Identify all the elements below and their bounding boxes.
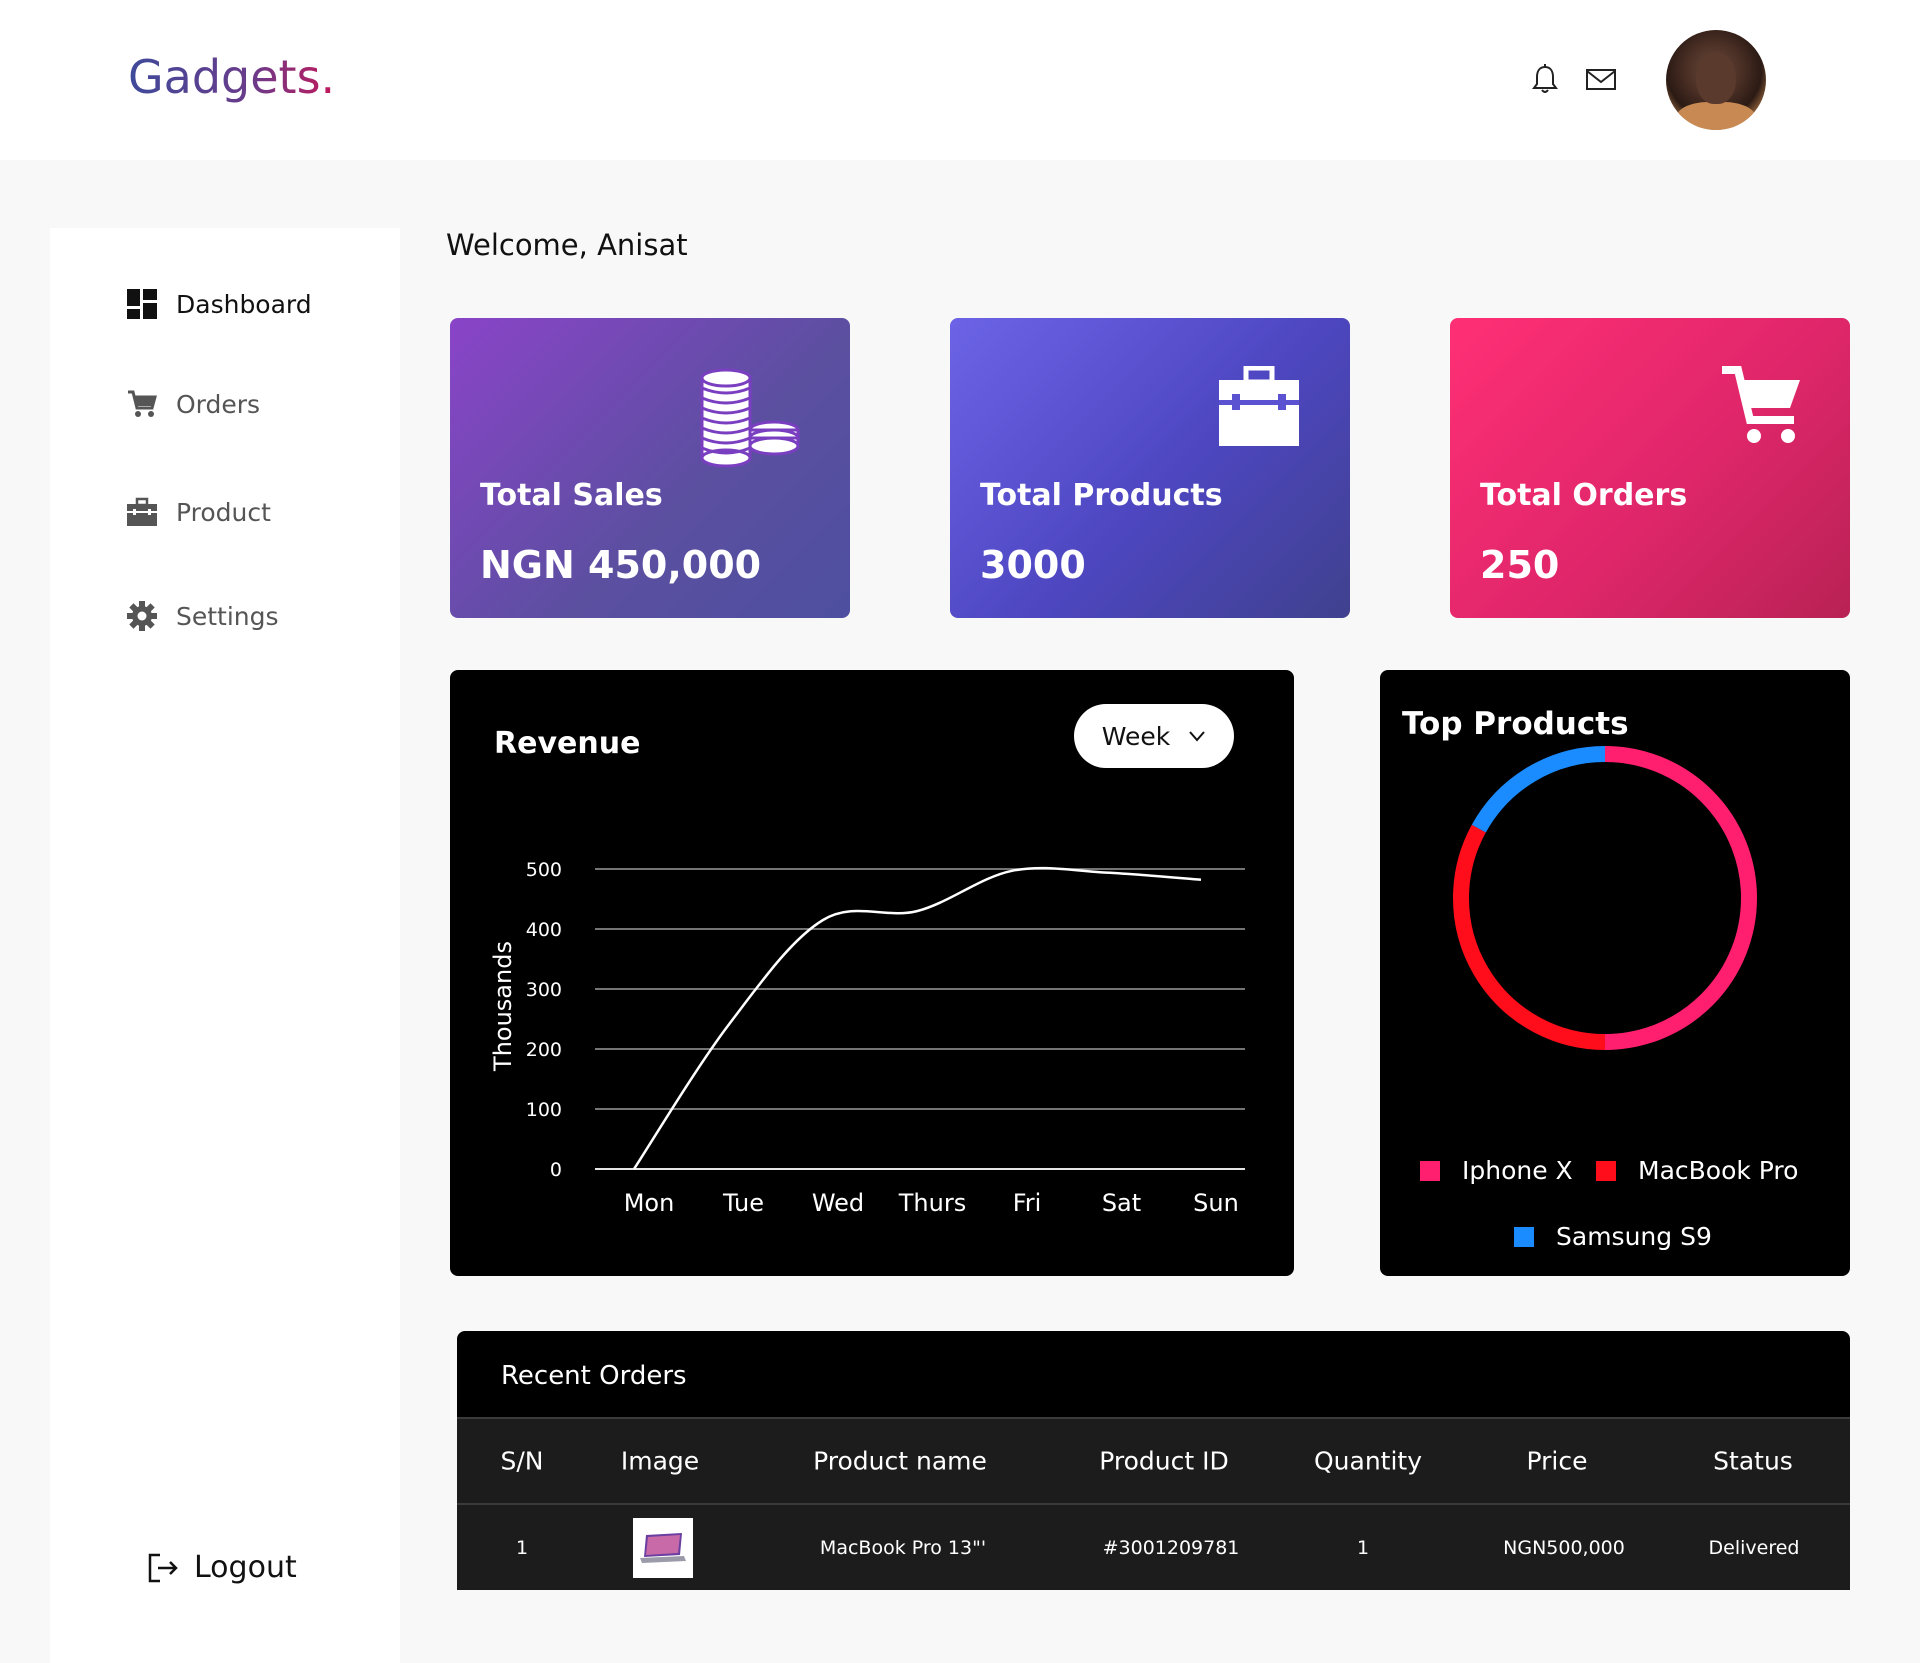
total-orders-card[interactable]: Total Orders 250 <box>1450 318 1850 618</box>
x-tick-label: Wed <box>812 1189 864 1217</box>
recent-orders-table: Recent Orders S/N Image Product name Pro… <box>457 1331 1850 1590</box>
total-sales-card[interactable]: Total Sales NGN 450,000 <box>450 318 850 618</box>
card-value: NGN 450,000 <box>480 543 762 587</box>
legend-item-macbook: MacBook Pro <box>1596 1156 1798 1185</box>
top-products-donut <box>1453 746 1757 1050</box>
cart-icon <box>126 388 158 420</box>
logout-icon <box>148 1553 178 1582</box>
donut-slice-samsung-s9 <box>1471 746 1606 833</box>
sidebar: Dashboard Orders Product Settings Logout <box>50 228 400 1663</box>
briefcase-icon <box>126 496 158 528</box>
legend-swatch <box>1420 1160 1440 1181</box>
top-products-title: Top Products <box>1402 706 1629 742</box>
cell-status: Delivered <box>1708 1536 1800 1559</box>
x-tick-label: Fri <box>1013 1189 1042 1217</box>
sidebar-item-product[interactable]: Product <box>126 496 271 528</box>
mail-icon[interactable] <box>1584 62 1618 96</box>
column-header: Quantity <box>1313 1446 1423 1476</box>
recent-orders-title: Recent Orders <box>501 1361 687 1391</box>
y-axis-label: Thousands <box>489 941 517 1072</box>
x-tick-label: Tue <box>722 1189 764 1217</box>
sidebar-item-label: Settings <box>176 601 279 631</box>
welcome-message: Welcome, Anisat <box>446 228 688 262</box>
cell-product-name: MacBook Pro 13"' <box>819 1536 987 1559</box>
briefcase-icon <box>1219 366 1299 446</box>
revenue-chart: 0 100 200 300 400 500 Mon Tue Wed Thurs Fri Sat Sun… <box>489 859 1245 1217</box>
column-header: Product ID <box>1099 1446 1229 1476</box>
sidebar-item-label: Dashboard <box>176 289 312 319</box>
card-label: Total Products <box>980 478 1223 513</box>
legend-item-samsung: Samsung S9 <box>1514 1222 1712 1251</box>
column-header: Product name <box>813 1446 987 1476</box>
x-tick-label: Sun <box>1193 1189 1239 1217</box>
logout-button[interactable]: Logout <box>146 1550 297 1585</box>
user-avatar[interactable] <box>1666 30 1766 130</box>
column-header: Status <box>1713 1446 1793 1476</box>
legend-label: Iphone X <box>1462 1156 1573 1185</box>
cart-icon <box>1722 366 1800 443</box>
y-tick-label: 200 <box>526 1039 562 1061</box>
sidebar-item-settings[interactable]: Settings <box>126 600 279 632</box>
sidebar-item-label: Orders <box>176 389 261 419</box>
legend-label: MacBook Pro <box>1638 1156 1799 1185</box>
x-tick-label: Thurs <box>898 1189 966 1217</box>
cell-product-id: #3001209781 <box>1102 1536 1240 1559</box>
total-products-card[interactable]: Total Products 3000 <box>950 318 1350 618</box>
dashboard-icon <box>126 288 158 320</box>
column-header: S/N <box>500 1446 544 1476</box>
table-header: S/N Image Product name Product ID Quanti… <box>457 1417 1850 1505</box>
donut-slice-macbook-pro <box>1453 824 1606 1050</box>
bell-icon[interactable] <box>1528 62 1562 96</box>
top-header: Gadgets. <box>0 0 1920 160</box>
revenue-panel: Revenue Week 0 100 200 300 400 500 Mon Tue Wed T… <box>450 670 1294 1276</box>
x-tick-label: Mon <box>624 1189 675 1217</box>
sidebar-item-dashboard[interactable]: Dashboard <box>126 288 312 320</box>
cell-price: NGN500,000 <box>1503 1536 1625 1559</box>
card-value: 3000 <box>980 543 1086 587</box>
table-row[interactable]: 1 MacBook Pro 13"' #3001209781 1 NGN500,… <box>457 1505 1850 1590</box>
y-tick-label: 500 <box>526 859 562 881</box>
column-header: Image <box>620 1446 700 1476</box>
gear-icon <box>126 600 158 632</box>
column-header: Price <box>1526 1446 1588 1476</box>
coins-icon <box>700 368 800 468</box>
logout-label: Logout <box>194 1550 297 1585</box>
cell-sn: 1 <box>515 1536 529 1559</box>
legend-label: Samsung S9 <box>1556 1222 1712 1251</box>
donut-slice-iphone-x <box>1604 746 1757 1050</box>
card-label: Total Sales <box>480 478 663 513</box>
x-tick-label: Sat <box>1102 1189 1141 1217</box>
top-products-panel: Top Products Iphone X MacBook Pro Samsun… <box>1380 670 1850 1276</box>
laptop-thumbnail <box>633 1517 693 1578</box>
app-logo[interactable]: Gadgets. <box>128 50 335 104</box>
card-label: Total Orders <box>1480 478 1688 513</box>
sidebar-item-label: Product <box>176 497 271 527</box>
cell-image <box>633 1517 693 1578</box>
legend-item-iphone: Iphone X <box>1420 1156 1573 1185</box>
legend-swatch <box>1596 1160 1616 1181</box>
card-value: 250 <box>1480 543 1560 587</box>
revenue-series-line <box>632 866 1202 1170</box>
legend-swatch <box>1514 1226 1534 1247</box>
y-tick-label: 100 <box>526 1099 562 1121</box>
sidebar-item-orders[interactable]: Orders <box>126 388 260 420</box>
y-tick-label: 300 <box>526 979 562 1001</box>
y-tick-label: 400 <box>526 919 562 941</box>
cell-quantity: 1 <box>1356 1536 1370 1559</box>
y-tick-label: 0 <box>550 1159 562 1181</box>
